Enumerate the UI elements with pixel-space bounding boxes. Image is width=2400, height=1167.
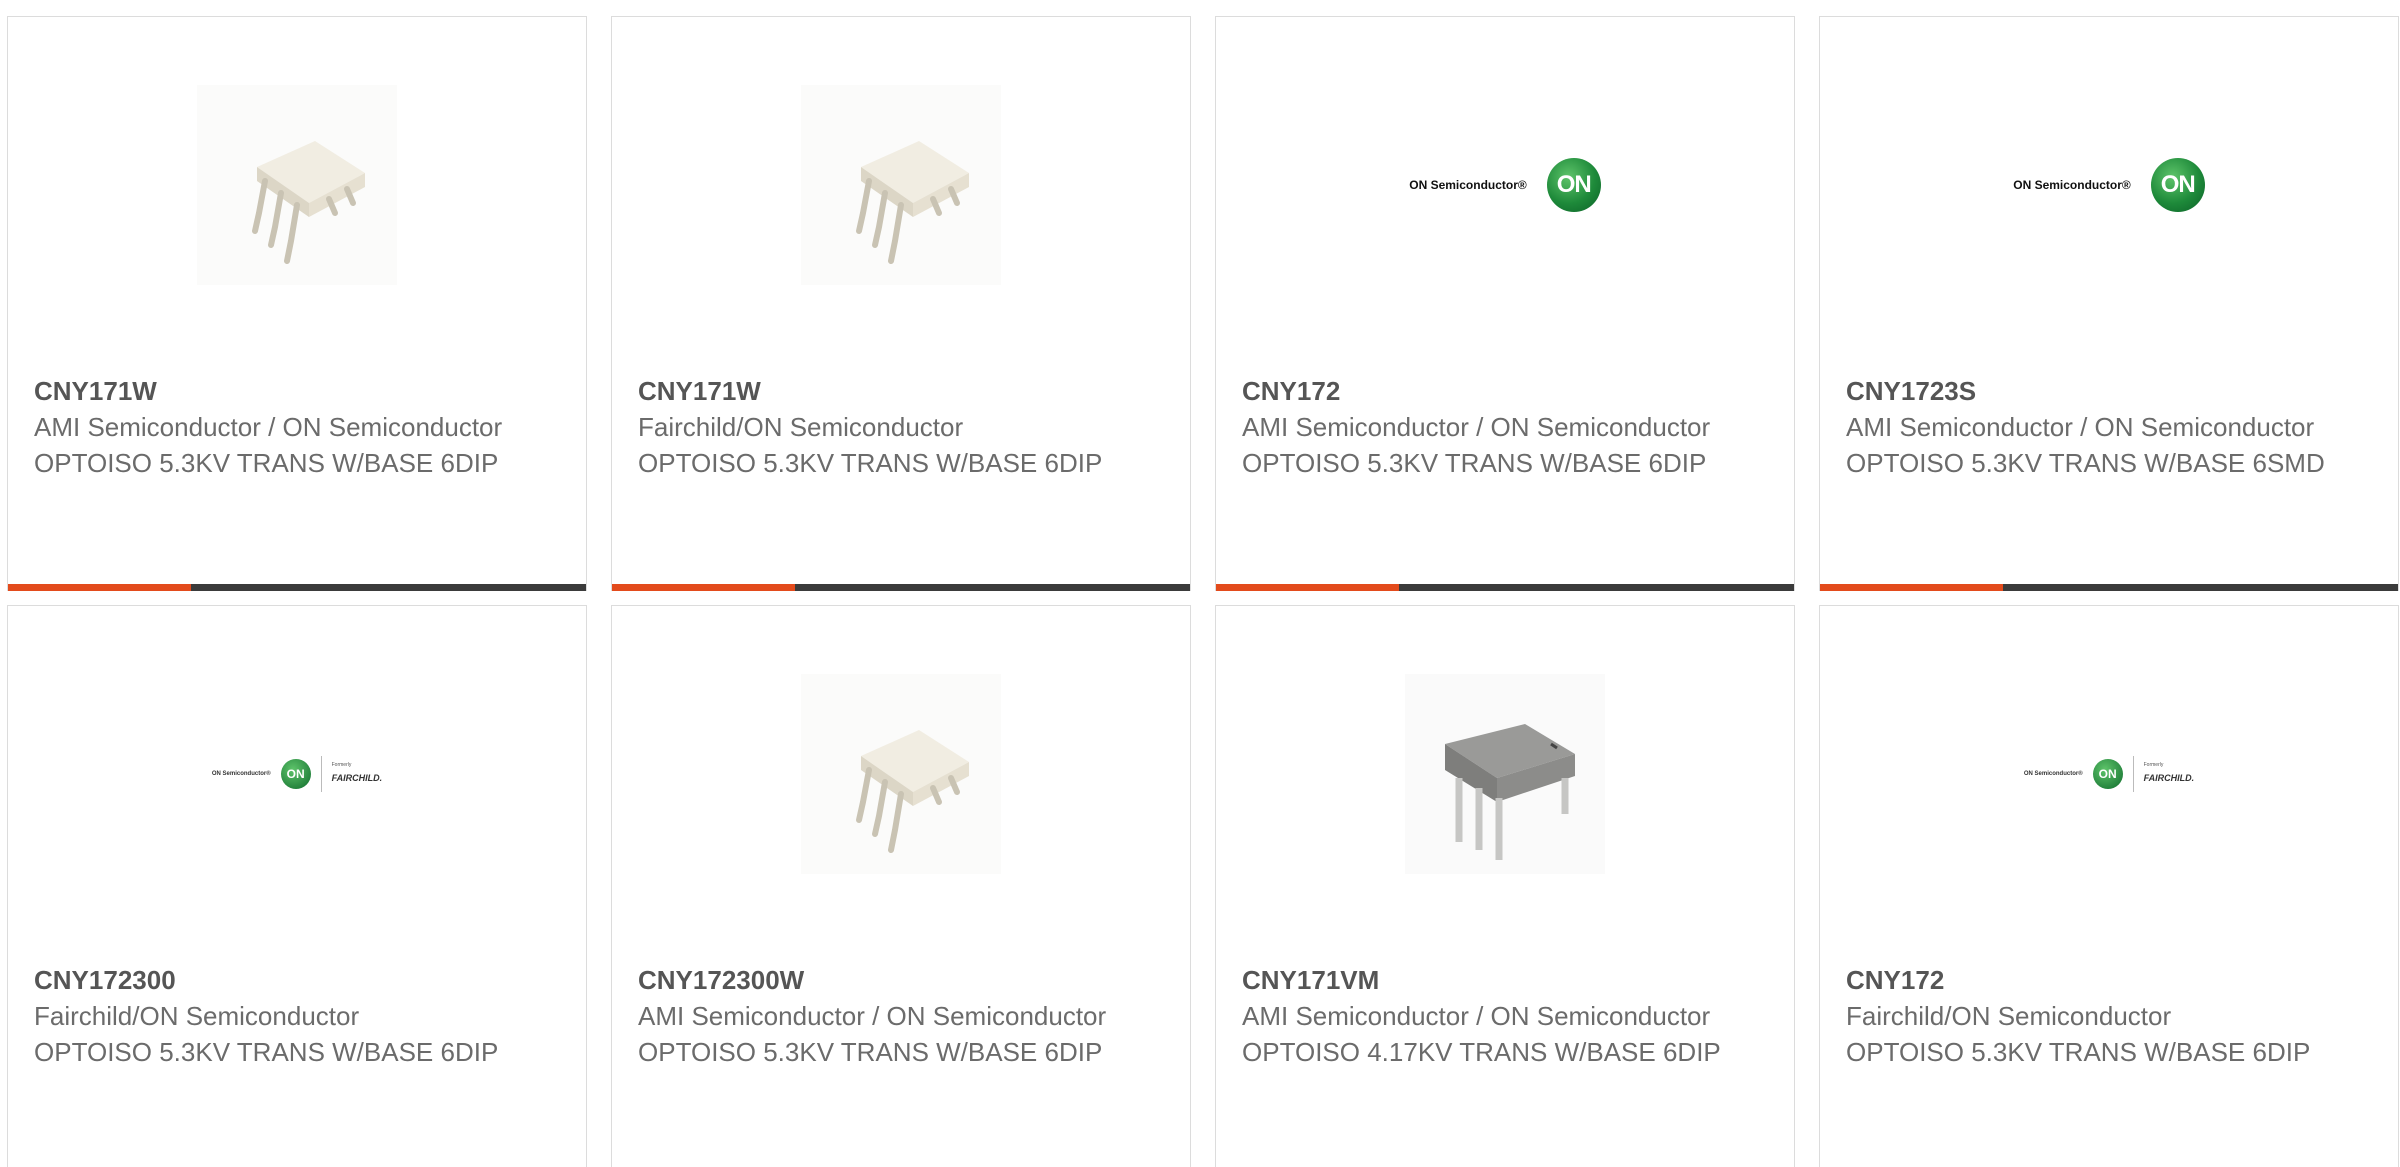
on-badge-icon: ON [1546,158,1601,212]
product-card[interactable]: CNY171W Fairchild/ON Semiconductor OPTOI… [611,16,1191,591]
product-card[interactable]: CNY171VM AMI Semiconductor / ON Semicond… [1215,605,1795,1167]
product-card[interactable]: CNY171W AMI Semiconductor / ON Semicondu… [7,16,587,591]
on-fairchild-logo: ON Semiconductor® ON Formerly FAIRCHILD. [212,756,382,792]
on-badge-icon: ON [2150,158,2205,212]
card-bar-accent [8,584,191,591]
product-image[interactable] [8,83,586,287]
description: OPTOISO 5.3KV TRANS W/BASE 6DIP [34,1037,499,1067]
fairchild-logo: Formerly FAIRCHILD. [2143,762,2195,783]
on-badge-icon: ON [280,759,311,789]
manufacturer: AMI Semiconductor / ON Semiconductor [1242,1001,1711,1031]
card-bar [1216,584,1794,591]
dip6-white-chip-icon [801,85,1001,285]
on-semiconductor-logo: ON Semiconductor® ON [1409,158,1601,212]
description: OPTOISO 5.3KV TRANS W/BASE 6DIP [638,1037,1103,1067]
manufacturer: AMI Semiconductor / ON Semiconductor [1846,412,2315,442]
manufacturer: AMI Semiconductor / ON Semiconductor [34,412,503,442]
product-image[interactable]: ON Semiconductor® ON [1216,83,1794,287]
part-number[interactable]: CNY172 [1846,962,2378,998]
card-bar [1820,584,2398,591]
manufacturer: AMI Semiconductor / ON Semiconductor [638,1001,1107,1031]
part-number[interactable]: CNY171VM [1242,962,1774,998]
fairchild-logo: Formerly FAIRCHILD. [331,762,383,783]
part-number[interactable]: CNY172300W [638,962,1170,998]
on-fairchild-logo: ON Semiconductor® ON Formerly FAIRCHILD. [2024,756,2194,792]
on-badge-icon: ON [2092,759,2123,789]
on-semiconductor-logo: ON Semiconductor® ON [2013,158,2205,212]
on-semiconductor-wordmark: ON Semiconductor® [1409,178,1527,192]
description: OPTOISO 5.3KV TRANS W/BASE 6DIP [1242,448,1707,478]
description: OPTOISO 5.3KV TRANS W/BASE 6SMD [1846,448,2325,478]
product-grid: CNY171W AMI Semiconductor / ON Semicondu… [0,0,2400,1167]
manufacturer: Fairchild/ON Semiconductor [638,412,964,442]
product-image[interactable]: ON Semiconductor® ON [1820,83,2398,287]
on-semiconductor-wordmark: ON Semiconductor® [2013,178,2131,192]
product-image[interactable] [612,83,1190,287]
product-image[interactable]: ON Semiconductor® ON Formerly FAIRCHILD. [8,672,586,876]
product-card[interactable]: ON Semiconductor® ON CNY1723S AMI Semico… [1819,16,2399,591]
manufacturer: Fairchild/ON Semiconductor [34,1001,360,1031]
card-bar-accent [612,584,795,591]
product-card[interactable]: ON Semiconductor® ON Formerly FAIRCHILD.… [7,605,587,1167]
card-bar-accent [1216,584,1399,591]
dip6-white-chip-icon [197,85,397,285]
product-image[interactable]: ON Semiconductor® ON Formerly FAIRCHILD. [1820,672,2398,876]
part-number[interactable]: CNY171W [638,373,1170,409]
card-bar-accent [1820,584,2003,591]
product-image[interactable] [1216,672,1794,876]
dip6-white-chip-icon [801,674,1001,874]
part-number[interactable]: CNY172300 [34,962,566,998]
product-card[interactable]: ON Semiconductor® ON Formerly FAIRCHILD.… [1819,605,2399,1167]
part-number[interactable]: CNY1723S [1846,373,2378,409]
dip6-gray-chip-icon [1405,674,1605,874]
description: OPTOISO 5.3KV TRANS W/BASE 6DIP [34,448,499,478]
card-bar [612,584,1190,591]
description: OPTOISO 5.3KV TRANS W/BASE 6DIP [638,448,1103,478]
product-card[interactable]: ON Semiconductor® ON CNY172 AMI Semicond… [1215,16,1795,591]
part-number[interactable]: CNY172 [1242,373,1774,409]
description: OPTOISO 5.3KV TRANS W/BASE 6DIP [1846,1037,2311,1067]
manufacturer: Fairchild/ON Semiconductor [1846,1001,2172,1031]
description: OPTOISO 4.17KV TRANS W/BASE 6DIP [1242,1037,1721,1067]
manufacturer: AMI Semiconductor / ON Semiconductor [1242,412,1711,442]
on-semiconductor-wordmark: ON Semiconductor® [211,771,271,777]
card-bar [8,584,586,591]
logo-divider [2132,756,2134,792]
logo-divider [320,756,322,792]
part-number[interactable]: CNY171W [34,373,566,409]
product-image[interactable] [612,672,1190,876]
on-semiconductor-wordmark: ON Semiconductor® [2023,771,2083,777]
product-card[interactable]: CNY172300W AMI Semiconductor / ON Semico… [611,605,1191,1167]
